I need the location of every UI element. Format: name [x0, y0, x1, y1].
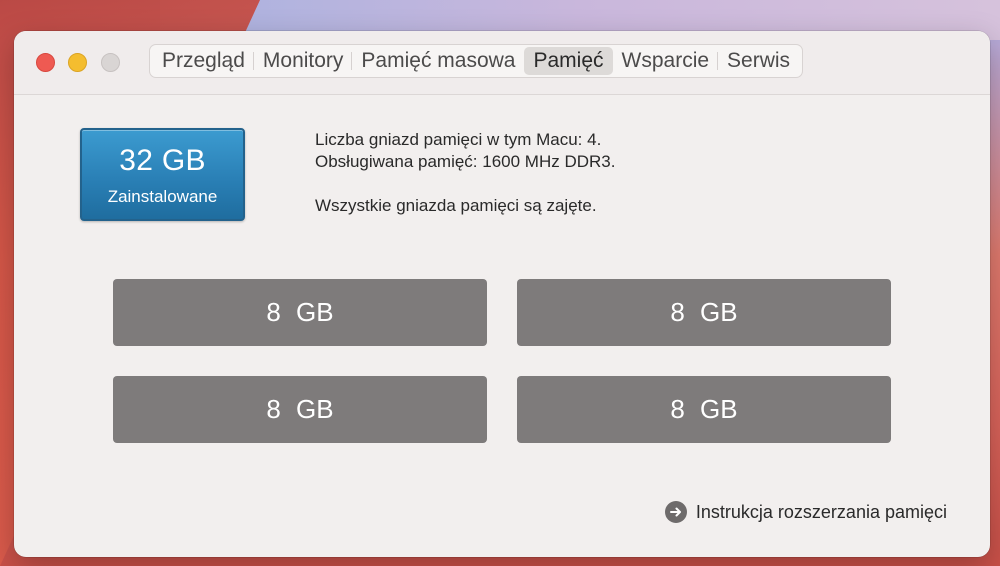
tab-memory[interactable]: Pamięć — [524, 47, 613, 75]
memory-upgrade-instructions-label: Instrukcja rozszerzania pamięci — [695, 501, 947, 522]
memory-info: Liczba gniazd pamięci w tym Macu: 4. Obs… — [315, 129, 615, 217]
memory-panel: 32 GB Zainstalowane Liczba gniazd pamięc… — [14, 95, 990, 557]
close-window-button[interactable] — [36, 53, 55, 72]
slot-count-text: Liczba gniazd pamięci w tym Macu: 4. — [315, 130, 602, 149]
slots-status-text: Wszystkie gniazda pamięci są zajęte. — [315, 196, 597, 215]
memory-slot-3: 8 GB — [113, 376, 487, 443]
memory-slot-2: 8 GB — [517, 279, 891, 346]
titlebar: Przegląd Monitory Pamięć masowa Pamięć W… — [14, 31, 990, 95]
installed-memory-size: 32 GB — [119, 144, 206, 177]
tab-overview[interactable]: Przegląd — [153, 47, 254, 75]
arrow-circle-right-icon — [664, 501, 687, 523]
memory-upgrade-instructions-link[interactable]: Instrukcja rozszerzania pamięci — [664, 501, 947, 523]
tab-bar: Przegląd Monitory Pamięć masowa Pamięć W… — [149, 44, 804, 78]
memory-slot-1: 8 GB — [113, 279, 487, 346]
tab-support[interactable]: Wsparcie — [613, 47, 719, 75]
supported-memory-text: Obsługiwana pamięć: 1600 MHz DDR3. — [315, 152, 616, 171]
memory-slot-4: 8 GB — [517, 376, 891, 443]
about-this-mac-window: Przegląd Monitory Pamięć masowa Pamięć W… — [14, 31, 990, 557]
installed-memory-badge: 32 GB Zainstalowane — [80, 128, 245, 221]
tab-service[interactable]: Serwis — [718, 47, 799, 75]
tab-displays[interactable]: Monitory — [254, 47, 353, 75]
minimize-window-button[interactable] — [68, 53, 87, 72]
tab-storage[interactable]: Pamięć masowa — [352, 47, 524, 75]
zoom-window-button — [101, 53, 120, 72]
installed-memory-label: Zainstalowane — [107, 187, 218, 206]
